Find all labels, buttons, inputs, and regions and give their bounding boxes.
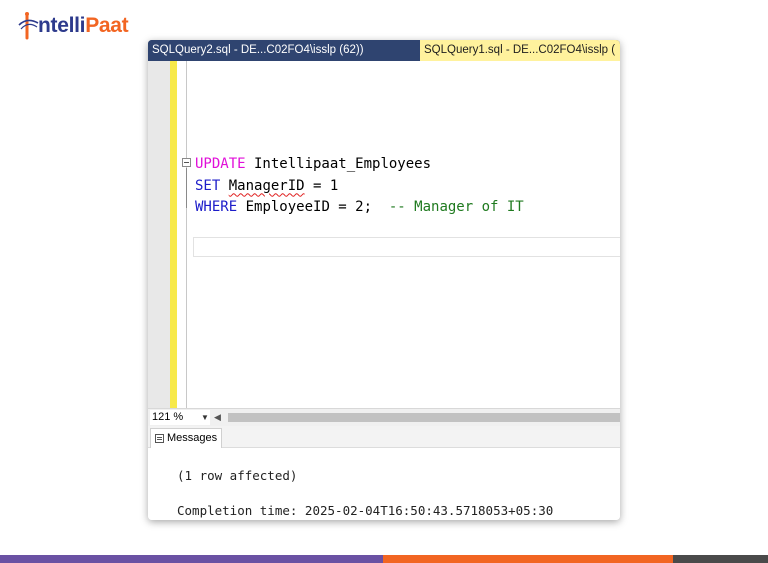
messages-pane: (1 row affected) Completion time: 2025-0… (148, 448, 620, 520)
where-clause: EmployeeID = 2; (237, 199, 389, 215)
change-tracking-bar (170, 61, 177, 408)
zoom-level: 121 % (152, 411, 184, 423)
logo-text: ntelliPaat (38, 14, 129, 38)
logo-text-main: ntelli (38, 14, 86, 37)
query-editor[interactable]: UPDATE Intellipaat_Employees SET ManagerI… (148, 61, 620, 408)
completion-time-message: Completion time: 2025-02-04T16:50:43.571… (177, 503, 554, 518)
sql-code: UPDATE Intellipaat_Employees SET ManagerI… (195, 154, 524, 219)
keyword-update: UPDATE (195, 156, 246, 172)
editor-gutter (148, 61, 170, 408)
column-managerid: ManagerID (228, 177, 305, 194)
table-name: Intellipaat_Employees (245, 156, 432, 172)
results-tab-strip: Messages (148, 426, 620, 448)
code-line-3: WHERE EmployeeID = 2; -- Manager of IT (195, 197, 524, 219)
logo-text-accent: Paat (85, 14, 129, 37)
sql-comment: -- Manager of IT (388, 199, 524, 215)
set-value: = 1 (304, 177, 339, 194)
rows-affected-message: (1 row affected) (177, 468, 298, 483)
logo-mark-icon (18, 11, 40, 41)
ssms-query-window: SQLQuery2.sql - DE...C02FO4\isslp (62)) … (148, 40, 620, 520)
horizontal-scrollbar[interactable] (228, 413, 620, 422)
tab-sqlquery1[interactable]: SQLQuery1.sql - DE...C02FO4\isslp ( (420, 40, 620, 61)
scroll-left-arrow-icon[interactable]: ◀ (214, 411, 221, 424)
outline-margin (186, 61, 187, 408)
outline-line (186, 168, 187, 208)
messages-tab-label: Messages (167, 432, 218, 444)
footer-bar-gray (673, 555, 768, 563)
tab-messages[interactable]: Messages (150, 428, 223, 448)
keyword-where: WHERE (195, 199, 238, 215)
keyword-set: SET (195, 177, 221, 194)
current-line-highlight (193, 237, 620, 257)
code-line-2: SET ManagerID = 1 (195, 176, 524, 198)
messages-icon (155, 434, 164, 443)
tab-sqlquery2[interactable]: SQLQuery2.sql - DE...C02FO4\isslp (62)) (148, 40, 420, 61)
code-line-1: UPDATE Intellipaat_Employees (195, 154, 524, 176)
chevron-down-icon[interactable]: ▼ (201, 410, 209, 425)
editor-status-bar: 121 % ▼ ◀ (148, 408, 620, 426)
collapse-toggle-icon[interactable] (182, 158, 191, 167)
footer-bar-orange (383, 555, 673, 563)
footer-bar-purple (0, 555, 383, 563)
document-tab-strip: SQLQuery2.sql - DE...C02FO4\isslp (62)) … (148, 40, 620, 61)
intellipaat-logo: ntelliPaat (18, 8, 129, 44)
